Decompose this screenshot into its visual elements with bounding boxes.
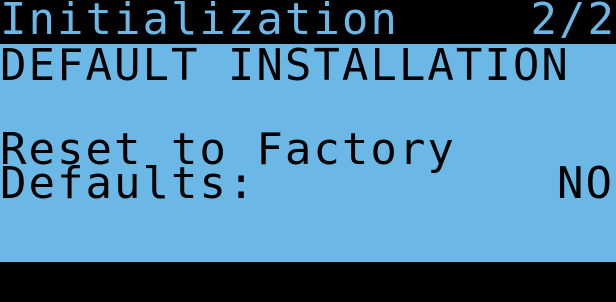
page-indicator: 2/2 xyxy=(530,0,616,44)
setting-label-line2: Defaults: xyxy=(0,158,257,209)
screen-title: Initialization xyxy=(0,0,399,44)
factory-defaults-value[interactable]: NO xyxy=(557,162,614,206)
title-bar: Initialization 2/2 xyxy=(0,0,616,44)
section-heading: DEFAULT INSTALLATION xyxy=(0,40,570,91)
lcd-screen: Initialization 2/2 DEFAULT INSTALLATION … xyxy=(0,0,616,302)
bottom-bar xyxy=(0,262,616,302)
